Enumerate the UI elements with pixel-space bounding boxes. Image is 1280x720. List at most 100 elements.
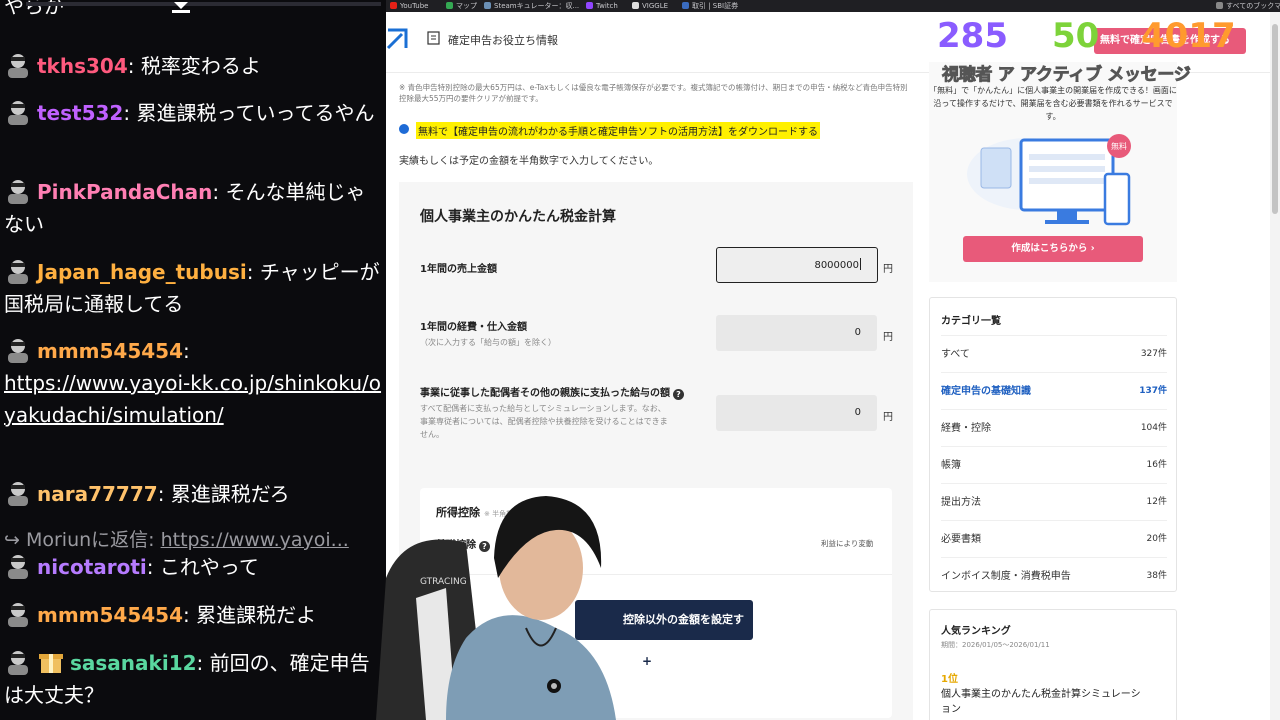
chat-text: : これやって	[146, 555, 259, 579]
family-salary-note: すべて配偶者に支払った給与としてシミュレーションします。なお、事業専従者について…	[420, 404, 668, 439]
chat-message: Japan_hage_tubusi: チャッピーが国税局に通報してる	[4, 256, 384, 320]
promo-card: 「無料」で「かんたん」に個人事業主の開業届を作成できる！画面に沿って操作するだけ…	[929, 62, 1177, 282]
chat-text: :	[183, 339, 190, 363]
folder-icon	[1216, 2, 1223, 9]
category-item[interactable]: インボイス制度・消費税申告 38件	[941, 557, 1167, 594]
chat-message: nicotaroti: これやって	[4, 551, 384, 583]
chat-username[interactable]: mmm545454	[37, 603, 183, 627]
expenses-input[interactable]: 0	[716, 315, 877, 351]
bookmark-viggle[interactable]: VIGGLE	[632, 0, 668, 12]
category-item[interactable]: 経費・控除 104件	[941, 409, 1167, 446]
basic-deduction-value: 利益により変動	[821, 539, 874, 548]
chat-message: mmm545454: https://www.yayoi-kk.co.jp/shi…	[4, 335, 384, 431]
chat-header: やらが	[0, 0, 386, 22]
footnote: ※ 青色申告特別控除の最大65万円は、e-Taxもしくは優良な電子帳簿保存が必要…	[399, 83, 908, 103]
active-count: 50	[1052, 16, 1100, 56]
ranking-card: 人気ランキング 期間：2026/01/05〜2026/01/11 1位個人事業主…	[929, 609, 1177, 720]
avatar-icon	[8, 603, 28, 627]
text-caret	[860, 258, 861, 270]
scrollbar-thumb[interactable]	[1272, 24, 1278, 214]
avatar-icon	[8, 260, 28, 284]
promo-text: 「無料」で「かんたん」に個人事業主の開業届を作成できる！画面に沿って操作するだけ…	[929, 86, 1177, 121]
category-item[interactable]: 提出方法 12件	[941, 483, 1167, 520]
maps-icon	[446, 2, 453, 9]
chat-message: sasanaki12: 前回の、確定申告は大丈夫？	[4, 647, 384, 711]
bookmark-all[interactable]: すべてのブックマーク	[1216, 0, 1280, 12]
chat-text: : 税率変わるよ	[127, 54, 261, 78]
avatar-icon	[8, 339, 28, 363]
avatar-icon	[8, 482, 28, 506]
category-title: カテゴリ一覧	[941, 316, 1001, 327]
bookmark-maps[interactable]: マップ	[446, 0, 477, 12]
chat-panel: やらが tkhs304: 税率変わるよ test532: 累進課税っていってるや…	[0, 0, 386, 720]
chat-scroll-bar[interactable]	[26, 2, 381, 6]
overlay-labels: 視聴者 ア アクティブ メッセージ	[942, 65, 1192, 86]
chat-message: mmm545454: 累進課税だよ	[4, 599, 384, 631]
steam-icon	[484, 2, 491, 9]
viggle-icon	[632, 2, 639, 9]
create-now-button[interactable]: 作成はこちらから ›	[963, 236, 1143, 262]
chevron-right-icon: ›	[1090, 243, 1095, 254]
reply-link[interactable]: https://www.yayoi...	[161, 529, 349, 551]
avatar-icon	[8, 180, 28, 204]
twitch-icon	[586, 2, 593, 9]
sbi-icon	[682, 2, 689, 9]
chat-username[interactable]: PinkPandaChan	[37, 180, 212, 204]
expenses-unit: 円	[883, 332, 893, 343]
chat-username[interactable]: Japan_hage_tubusi	[37, 260, 247, 284]
chat-username[interactable]: sasanaki12	[70, 651, 197, 675]
site-logo-icon[interactable]	[386, 28, 408, 50]
message-count: 4017	[1141, 16, 1236, 56]
chat-text: : 累進課税だよ	[183, 603, 317, 627]
avatar-icon	[8, 555, 28, 579]
expenses-label: 1年間の経費・仕入金額	[420, 322, 527, 333]
avatar-icon	[8, 101, 28, 125]
sales-input[interactable]: 8000000	[716, 247, 878, 283]
help-icon[interactable]: ?	[673, 389, 684, 400]
category-item[interactable]: 帳簿 16件	[941, 446, 1167, 483]
category-item[interactable]: 確定申告の基礎知識 137件	[941, 372, 1167, 409]
category-list: カテゴリ一覧 すべて 327件 確定申告の基礎知識 137件 経費・控除 104件 帳…	[929, 297, 1177, 592]
svg-text:GTRACING: GTRACING	[420, 577, 467, 587]
chat-username[interactable]: test532	[37, 101, 123, 125]
category-item[interactable]: すべて 327件	[941, 335, 1167, 372]
ranking-period: 期間：2026/01/05〜2026/01/11	[941, 641, 1050, 649]
chat-username[interactable]: nara77777	[37, 482, 158, 506]
viewer-count: 285	[937, 16, 1008, 56]
family-salary-input[interactable]: 0	[716, 395, 877, 431]
expenses-note: （次に入力する「給与の額」を除く）	[420, 338, 556, 347]
bookmarks-bar: YouTube マップ Steamキュレーター：収... Twitch VIGG…	[386, 0, 1280, 12]
chat-text: : 累進課税っていってるやん	[123, 101, 375, 125]
sales-label: 1年間の売上金額	[420, 264, 497, 275]
webcam-streamer-image: GTRACING	[376, 496, 616, 720]
free-badge: 無料	[1111, 141, 1127, 151]
chat-message: PinkPandaChan: そんな単純じゃない	[4, 176, 384, 240]
reply-label: Moriunに返信:	[25, 529, 161, 551]
gift-badge-icon	[39, 654, 63, 673]
scroll-down-arrow-icon[interactable]	[170, 0, 192, 16]
chat-message: nara77777: 累進課税だろ	[4, 478, 384, 510]
family-salary-unit: 円	[883, 412, 893, 423]
reply-icon: ↪	[4, 529, 26, 551]
download-link[interactable]: 無料で【確定申告の流れがわかる手順と確定申告ソフトの活用方法】をダウンロードする	[416, 122, 820, 139]
chat-link[interactable]: https://www.yayoi-kk.co.jp/shinkoku/oyak…	[4, 371, 381, 427]
instruction-text: 実績もしくは予定の金額を半角数字で入力してください。	[399, 156, 659, 167]
page-scrollbar[interactable]	[1270, 12, 1280, 720]
bookmark-sbi[interactable]: 取引 | SBI証券	[682, 0, 738, 12]
chat-username[interactable]: tkhs304	[37, 54, 128, 78]
chat-text: : 累進課税だろ	[157, 482, 290, 506]
bookmark-youtube[interactable]: YouTube	[390, 0, 428, 12]
chat-username[interactable]: nicotaroti	[37, 555, 147, 579]
avatar-icon	[8, 651, 28, 675]
calculator-title: 個人事業主のかんたん税金計算	[420, 209, 616, 225]
bookmark-steam[interactable]: Steamキュレーター：収...	[484, 0, 579, 12]
site-header-title[interactable]: 確定申告お役立ち情報	[426, 32, 558, 48]
category-item[interactable]: 必要書類 20件	[941, 520, 1167, 557]
chat-username[interactable]: mmm545454	[37, 339, 183, 363]
bookmark-twitch[interactable]: Twitch	[586, 0, 618, 12]
youtube-icon	[390, 2, 397, 9]
sales-unit: 円	[883, 264, 893, 275]
ranking-item[interactable]: 1位個人事業主のかんたん税金計算シミュレーション	[941, 672, 1167, 717]
avatar-icon	[8, 54, 28, 78]
chat-message: tkhs304: 税率変わるよ	[4, 50, 384, 82]
